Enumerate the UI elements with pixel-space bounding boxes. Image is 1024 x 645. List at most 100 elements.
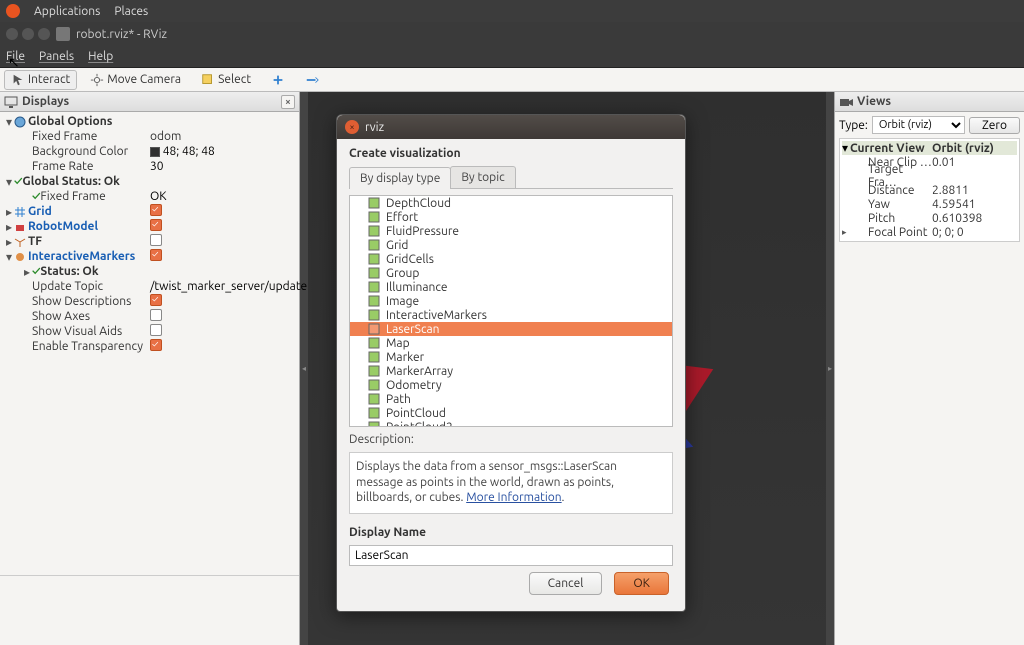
robotmodel-checkbox[interactable] <box>150 219 162 231</box>
show-descriptions-checkbox[interactable] <box>150 294 162 306</box>
status-fixed-frame-value: OK <box>150 190 167 203</box>
close-icon[interactable] <box>6 28 18 40</box>
tab-by-display-type[interactable]: By display type <box>349 167 451 189</box>
displays-panel-header: Displays × <box>0 92 299 112</box>
display-type-item[interactable]: GridCells <box>350 252 672 266</box>
measure-button[interactable] <box>298 70 326 90</box>
display-name-input[interactable] <box>349 545 673 566</box>
bg-color-label: Background Color <box>32 145 128 158</box>
display-type-label: Illuminance <box>386 281 448 294</box>
show-axes-checkbox[interactable] <box>150 309 162 321</box>
displays-panel-title: Displays <box>22 95 69 108</box>
more-information-link[interactable]: More Information <box>466 491 561 504</box>
description-label: Description: <box>349 433 673 446</box>
displays-panel-footer <box>0 575 299 645</box>
menu-panels[interactable]: Panels <box>39 50 74 63</box>
fixed-frame-value[interactable]: odom <box>150 130 185 143</box>
dialog-titlebar[interactable]: × rviz <box>337 115 685 139</box>
display-type-item[interactable]: Effort <box>350 210 672 224</box>
views-row-value: 2.8811 <box>932 184 969 197</box>
views-row-value: 4.59541 <box>932 198 976 211</box>
display-type-icon <box>368 239 380 251</box>
display-type-label: Path <box>386 393 411 406</box>
menu-help[interactable]: Help <box>88 50 113 63</box>
menu-places[interactable]: Places <box>114 5 148 18</box>
menu-applications[interactable]: Applications <box>34 5 100 18</box>
displays-tree[interactable]: ▾Global Options Fixed Frameodom Backgrou… <box>0 112 299 575</box>
display-type-item[interactable]: Image <box>350 294 672 308</box>
show-visual-aids-checkbox[interactable] <box>150 324 162 336</box>
display-type-icon <box>368 253 380 265</box>
move-camera-button[interactable]: Move Camera <box>83 70 188 90</box>
display-type-item[interactable]: FluidPressure <box>350 224 672 238</box>
check-icon: ✓ <box>32 265 40 278</box>
dialog-tabs: By display type By topic <box>349 166 673 189</box>
display-type-icon <box>368 309 380 321</box>
display-type-item[interactable]: PointCloud <box>350 406 672 420</box>
focus-camera-button[interactable] <box>264 70 292 90</box>
select-button[interactable]: Select <box>194 70 258 90</box>
color-swatch-icon <box>150 147 160 157</box>
right-splitter[interactable]: ▸ <box>826 92 834 645</box>
cancel-button[interactable]: Cancel <box>529 572 603 595</box>
camera-icon <box>839 95 853 109</box>
left-splitter[interactable]: ◂ <box>300 92 308 645</box>
views-row[interactable]: Target Fra… <box>842 169 1017 183</box>
grid-item[interactable]: Grid <box>28 205 52 218</box>
display-type-icon <box>368 393 380 405</box>
enable-transparency-checkbox[interactable] <box>150 339 162 351</box>
display-type-item[interactable]: Odometry <box>350 378 672 392</box>
global-options-item[interactable]: Global Options <box>28 115 112 128</box>
display-type-item[interactable]: DepthCloud <box>350 196 672 210</box>
tf-item[interactable]: TF <box>28 235 42 248</box>
robotmodel-item[interactable]: RobotModel <box>28 220 98 233</box>
display-type-item[interactable]: InteractiveMarkers <box>350 308 672 322</box>
views-row[interactable]: Pitch0.610398 <box>842 211 1017 225</box>
display-type-icon <box>368 197 380 209</box>
display-type-item[interactable]: Illuminance <box>350 280 672 294</box>
display-type-item[interactable]: Group <box>350 266 672 280</box>
zero-button[interactable]: Zero <box>969 117 1020 134</box>
grid-checkbox[interactable] <box>150 204 162 216</box>
display-type-list[interactable]: DepthCloudEffortFluidPressureGridGridCel… <box>349 195 673 427</box>
views-row-value: 0.610398 <box>932 212 982 225</box>
interactive-markers-item[interactable]: InteractiveMarkers <box>28 250 135 263</box>
minimize-icon[interactable] <box>22 28 34 40</box>
dialog-heading: Create visualization <box>349 147 673 160</box>
tf-checkbox[interactable] <box>150 234 162 246</box>
views-row[interactable]: Distance2.8811 <box>842 183 1017 197</box>
global-status-item[interactable]: Global Status: Ok <box>22 175 120 188</box>
imarkers-status[interactable]: Status: Ok <box>40 265 98 278</box>
update-topic-value[interactable]: /twist_marker_server/update <box>150 280 299 293</box>
interact-button[interactable]: Interact <box>4 70 77 90</box>
select-label: Select <box>218 73 251 86</box>
displays-icon <box>4 95 18 109</box>
dialog-close-button[interactable]: × <box>345 120 359 134</box>
views-type-select[interactable]: Orbit (rviz) <box>872 116 965 134</box>
display-type-item[interactable]: Map <box>350 336 672 350</box>
display-type-item[interactable]: LaserScan <box>350 322 672 336</box>
document-icon <box>56 27 70 41</box>
views-row[interactable]: Yaw4.59541 <box>842 197 1017 211</box>
camera-icon <box>90 73 104 87</box>
display-type-item[interactable]: Path <box>350 392 672 406</box>
create-visualization-dialog: × rviz Create visualization By display t… <box>336 114 686 612</box>
bg-color-value[interactable]: 48; 48; 48 <box>150 145 215 158</box>
display-type-item[interactable]: Grid <box>350 238 672 252</box>
imarkers-checkbox[interactable] <box>150 249 162 261</box>
display-type-item[interactable]: Marker <box>350 350 672 364</box>
ok-button[interactable]: OK <box>614 572 669 595</box>
status-fixed-frame-label: Fixed Frame <box>40 190 105 203</box>
framerate-value[interactable]: 30 <box>150 160 164 173</box>
display-name-label: Display Name <box>349 526 673 539</box>
views-row[interactable]: ▸Focal Point0; 0; 0 <box>842 225 1017 239</box>
views-tree[interactable]: ▾Current ViewOrbit (rviz) Near Clip …0.0… <box>839 138 1020 242</box>
close-panel-button[interactable]: × <box>281 95 295 109</box>
robot-icon <box>14 221 26 233</box>
display-type-icon <box>368 267 380 279</box>
tab-by-topic[interactable]: By topic <box>450 166 515 188</box>
display-type-item[interactable]: PointCloud2 <box>350 420 672 427</box>
display-type-label: Map <box>386 337 410 350</box>
maximize-icon[interactable] <box>38 28 50 40</box>
display-type-item[interactable]: MarkerArray <box>350 364 672 378</box>
